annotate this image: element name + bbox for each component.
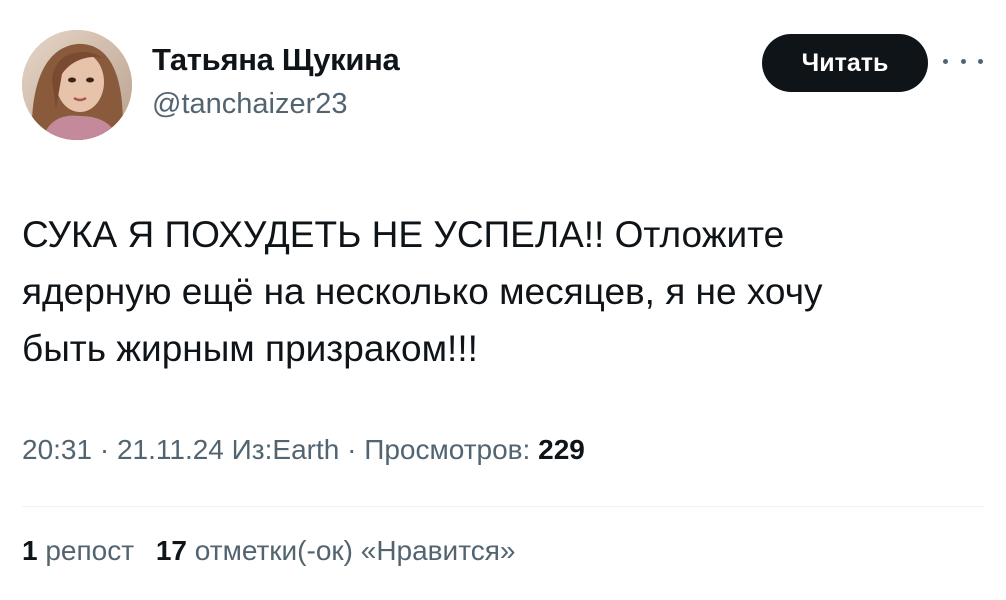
tweet-time[interactable]: 20:31 [22,434,92,465]
views-label: Просмотров: [364,434,531,465]
views-count: 229 [538,434,585,465]
more-horizontal-icon[interactable] [943,48,983,74]
divider [22,506,984,507]
tweet-text-line: ядерную ещё на несколько месяцев, я не х… [22,271,823,312]
reposts-stat[interactable]: 1 репост [22,535,142,566]
tweet-text-line: быть жирным призраком!!! [22,328,478,369]
follow-button[interactable]: Читать [762,34,928,92]
author-handle[interactable]: @tanchaizer23 [152,88,348,121]
more-dot [960,58,966,64]
tweet-text: СУКА Я ПОХУДЕТЬ НЕ УСПЕЛА!! Отложите яде… [22,206,982,377]
likes-count: 17 [155,535,187,566]
reposts-count: 1 [22,535,38,566]
tweet-date[interactable]: 21.11.24 [117,434,224,465]
likes-label: отметки(-ок) «Нравится» [194,535,516,566]
meta-separator: · [99,434,110,465]
avatar[interactable] [22,30,132,140]
more-dot [978,58,983,64]
tweet-meta: 20:31 · 21.11.24 Из:Earth · Просмотров: … [22,434,585,466]
tweet-source: Из:Earth [231,434,340,465]
tweet-text-line: СУКА Я ПОХУДЕТЬ НЕ УСПЕЛА!! Отложите [22,214,785,255]
author-name[interactable]: Татьяна Щукина [152,42,400,78]
avatar-photo [22,30,132,140]
likes-stat[interactable]: 17 отметки(-ок) «Нравится» [156,535,516,566]
reposts-label: репост [45,535,135,566]
tweet-card: Татьяна Щукина @tanchaizer23 Читать СУКА… [0,0,1006,600]
tweet-stats: 1 репост 17 отметки(-ок) «Нравится» [22,535,515,567]
more-dot [943,58,948,64]
meta-separator: · [347,434,357,465]
